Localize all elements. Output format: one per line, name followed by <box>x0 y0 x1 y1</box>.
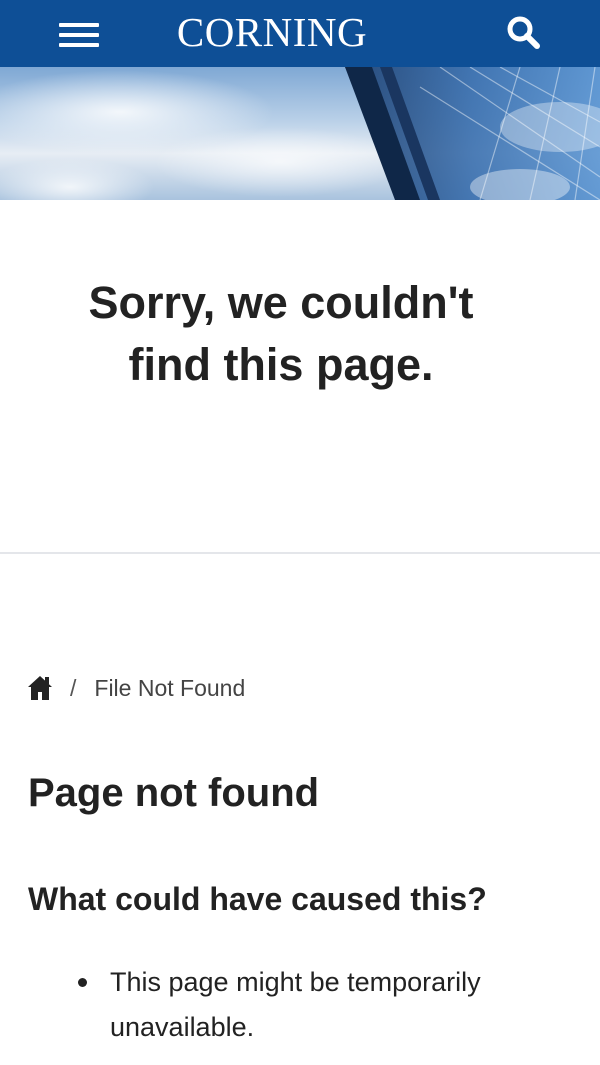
list-item: This page might be temporarily unavailab… <box>72 960 542 1050</box>
corning-logo[interactable]: CORNING <box>150 8 394 56</box>
search-icon[interactable] <box>504 13 544 53</box>
error-title: Sorry, we couldn't find this page. <box>88 277 474 390</box>
home-icon[interactable] <box>28 675 52 701</box>
reason-text: This page might be temporarily unavailab… <box>110 967 481 1042</box>
bullet <box>78 978 87 987</box>
breadcrumb-current: File Not Found <box>94 674 246 701</box>
breadcrumb: / File Not Found <box>28 670 245 706</box>
hero-banner-image <box>0 67 600 200</box>
page-heading: Page not found <box>28 771 320 815</box>
breadcrumb-separator: / <box>70 674 77 701</box>
hamburger-menu-icon[interactable] <box>59 18 99 48</box>
reasons-list: This page might be temporarily unavailab… <box>72 960 542 1050</box>
sub-heading: What could have caused this? <box>28 881 487 917</box>
error-banner: Sorry, we couldn't find this page. <box>0 200 600 554</box>
top-navigation-bar: CORNING <box>0 0 600 67</box>
